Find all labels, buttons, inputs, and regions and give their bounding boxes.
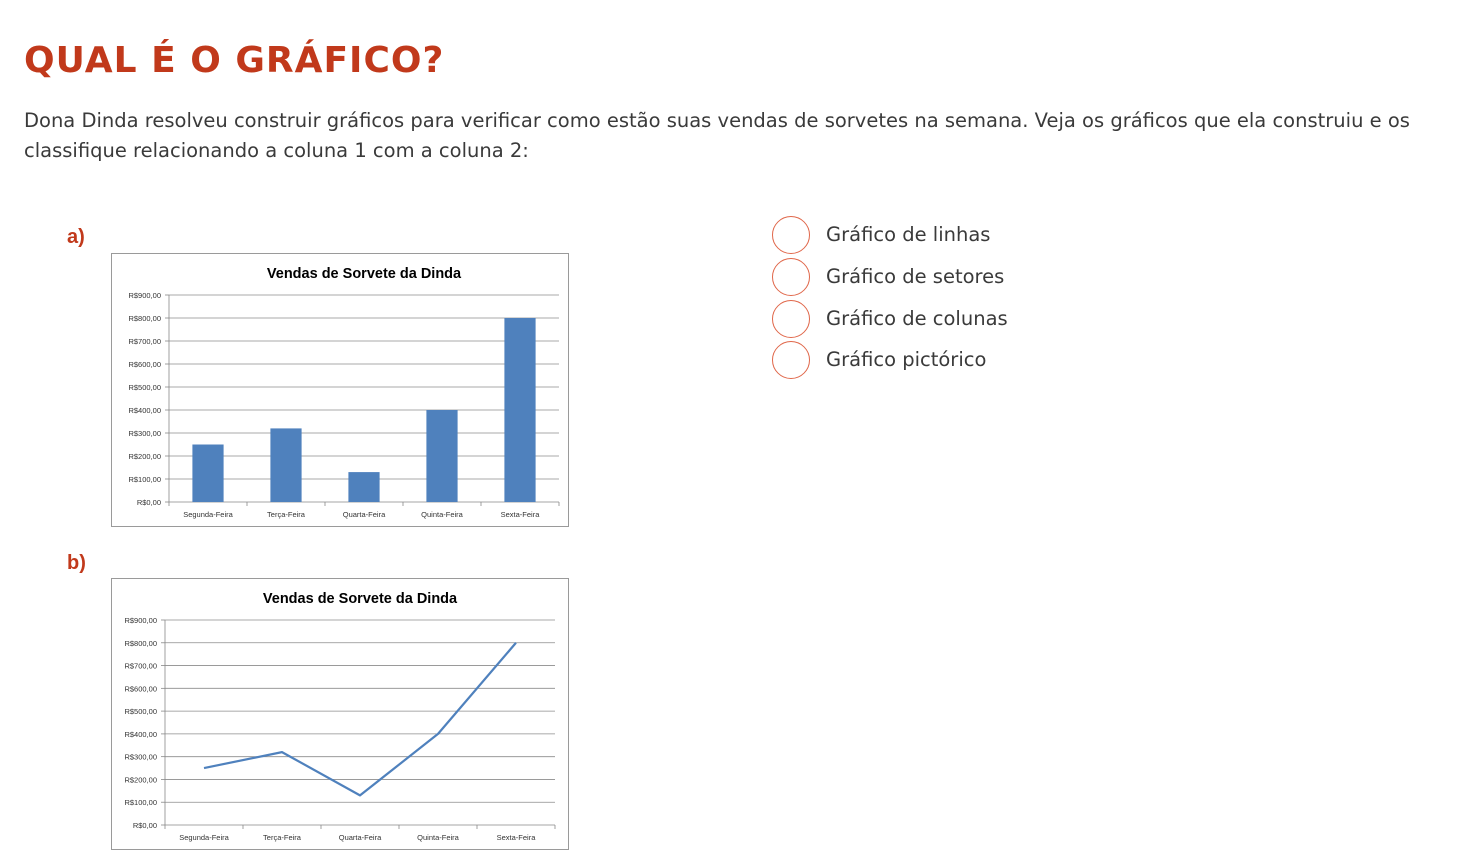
x-tick-label: Segunda-Feira bbox=[183, 510, 233, 519]
x-tick-label: Quarta-Feira bbox=[343, 510, 386, 519]
line-chart-box: Vendas de Sorvete da Dinda R$0,00 R$100,00… bbox=[111, 578, 569, 850]
y-tick-label: R$800,00 bbox=[124, 639, 157, 648]
option-label: Gráfico de colunas bbox=[826, 307, 1008, 330]
y-tick-label: R$0,00 bbox=[133, 821, 157, 830]
y-tick-label: R$400,00 bbox=[124, 730, 157, 739]
bar-chart-box: Vendas de Sorvete da Dinda R$0,00 R$100,00… bbox=[111, 253, 569, 527]
option-label: Gráfico pictórico bbox=[826, 348, 986, 371]
radio-circle[interactable] bbox=[772, 216, 810, 254]
bar bbox=[192, 445, 223, 503]
x-tick-label: Quinta-Feira bbox=[421, 510, 464, 519]
radio-circle[interactable] bbox=[772, 341, 810, 379]
page-title: QUAL É O GRÁFICO? bbox=[24, 40, 444, 81]
y-tick-label: R$800,00 bbox=[128, 314, 161, 323]
x-tick-label: Terça-Feira bbox=[267, 510, 306, 519]
y-tick-label: R$900,00 bbox=[128, 291, 161, 300]
bar bbox=[348, 472, 379, 502]
y-tick-label: R$300,00 bbox=[124, 753, 157, 762]
y-tick-label: R$100,00 bbox=[124, 798, 157, 807]
x-tick-label: Quinta-Feira bbox=[417, 833, 460, 842]
y-tick-label: R$200,00 bbox=[128, 452, 161, 461]
x-tick-label: Sexta-Feira bbox=[497, 833, 537, 842]
y-tick-label: R$500,00 bbox=[124, 707, 157, 716]
x-tick-label: Quarta-Feira bbox=[339, 833, 382, 842]
x-tick-label: Segunda-Feira bbox=[179, 833, 229, 842]
line-chart: Vendas de Sorvete da Dinda R$0,00 R$100,00… bbox=[112, 579, 568, 851]
radio-circle[interactable] bbox=[772, 300, 810, 338]
intro-text: Dona Dinda resolveu construir gráficos p… bbox=[24, 106, 1424, 166]
option-pictorial-chart[interactable]: Gráfico pictórico bbox=[772, 341, 1172, 381]
y-tick-label: R$500,00 bbox=[128, 383, 161, 392]
x-tick-label: Sexta-Feira bbox=[501, 510, 541, 519]
y-tick-label: R$200,00 bbox=[124, 775, 157, 784]
option-line-chart[interactable]: Gráfico de linhas bbox=[772, 216, 1172, 256]
option-pie-chart[interactable]: Gráfico de setores bbox=[772, 258, 1172, 298]
option-label: Gráfico de linhas bbox=[826, 223, 990, 246]
y-tick-label: R$300,00 bbox=[128, 429, 161, 438]
radio-circle[interactable] bbox=[772, 258, 810, 296]
item-label-a: a) bbox=[67, 226, 85, 249]
y-tick-label: R$0,00 bbox=[137, 498, 161, 507]
x-tick-label: Terça-Feira bbox=[263, 833, 302, 842]
option-label: Gráfico de setores bbox=[826, 265, 1004, 288]
item-label-b: b) bbox=[67, 552, 86, 575]
y-tick-label: R$600,00 bbox=[124, 684, 157, 693]
y-tick-label: R$700,00 bbox=[128, 337, 161, 346]
y-tick-label: R$700,00 bbox=[124, 662, 157, 671]
bar bbox=[426, 410, 457, 502]
bar bbox=[504, 318, 535, 502]
y-tick-label: R$600,00 bbox=[128, 360, 161, 369]
chart-title: Vendas de Sorvete da Dinda bbox=[263, 591, 458, 607]
option-column-chart[interactable]: Gráfico de colunas bbox=[772, 300, 1172, 340]
chart-title: Vendas de Sorvete da Dinda bbox=[267, 266, 462, 282]
bar bbox=[270, 428, 301, 502]
bar-chart: Vendas de Sorvete da Dinda R$0,00 R$100,00… bbox=[112, 254, 568, 526]
y-tick-label: R$400,00 bbox=[128, 406, 161, 415]
y-tick-label: R$100,00 bbox=[128, 475, 161, 484]
y-tick-label: R$900,00 bbox=[124, 616, 157, 625]
